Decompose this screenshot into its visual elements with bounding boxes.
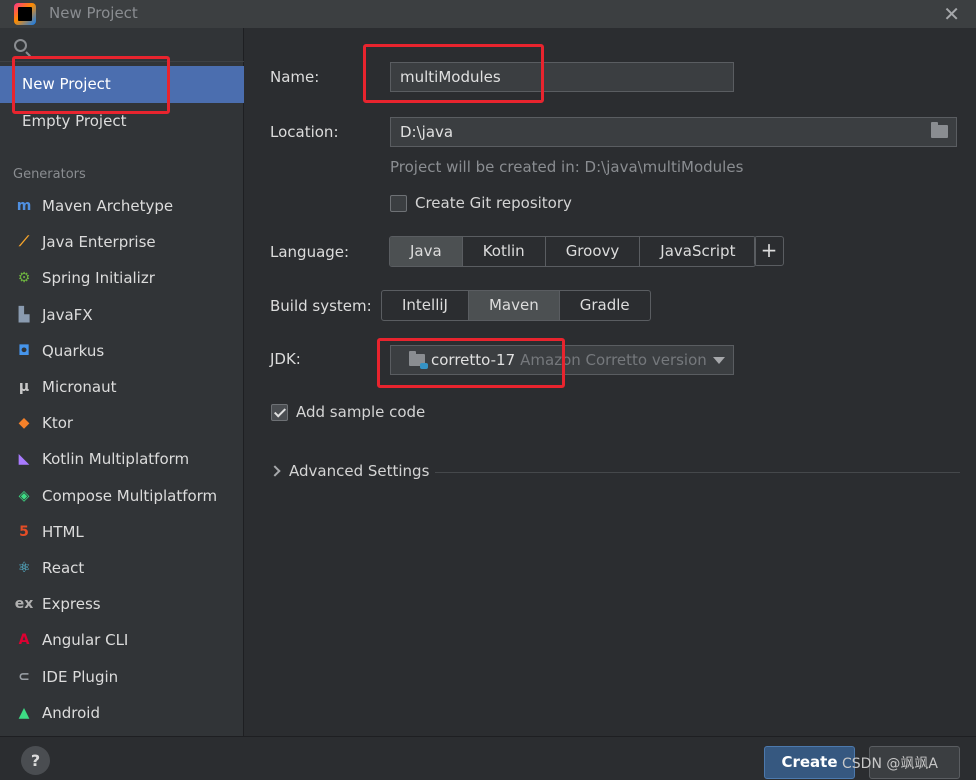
sidebar-item-java-enterprise[interactable]: ⟋ Java Enterprise — [0, 225, 244, 259]
sidebar-item-maven-archetype[interactable]: m Maven Archetype — [0, 189, 244, 223]
sidebar-item-react[interactable]: ⚛ React — [0, 551, 244, 585]
sidebar-item-express[interactable]: ex Express — [0, 587, 244, 621]
name-label: Name: — [270, 68, 320, 86]
sidebar-item-label: Angular CLI — [42, 631, 129, 650]
sidebar-item-ide-plugin[interactable]: ⊂ IDE Plugin — [0, 660, 244, 694]
sidebar-item-label: Empty Project — [22, 112, 127, 130]
sidebar-item-angular-cli[interactable]: A Angular CLI — [0, 623, 244, 657]
sidebar-item-kotlin-multiplatform[interactable]: ◣ Kotlin Multiplatform — [0, 442, 244, 476]
sidebar-item-label: Compose Multiplatform — [42, 486, 218, 505]
location-value: D:\java — [400, 123, 454, 141]
name-input[interactable]: multiModules — [390, 62, 734, 92]
advanced-divider — [435, 472, 960, 473]
java-enterprise-icon: ⟋ — [19, 234, 29, 251]
language-label: Language: — [270, 243, 350, 261]
ktor-icon: ◆ — [18, 415, 30, 432]
build-option-maven[interactable]: Maven — [468, 291, 560, 320]
react-icon: ⚛ — [17, 560, 31, 576]
sidebar-item-label: Spring Initializr — [42, 269, 155, 288]
language-option-javascript[interactable]: JavaScript — [640, 237, 755, 266]
main-panel: Name: multiModules Location: D:\java Pro… — [245, 28, 976, 736]
ide-plugin-icon: ⊂ — [18, 668, 30, 685]
build-option-intellij[interactable]: IntelliJ — [382, 291, 469, 320]
sidebar: New Project Empty Project Generators m Ma… — [0, 28, 244, 736]
sidebar-item-spring-initializr[interactable]: ⚙ Spring Initializr — [0, 261, 244, 295]
sidebar-item-label: JavaFX — [42, 305, 93, 324]
intellij-logo-icon — [14, 3, 36, 25]
build-system-selector: IntelliJ Maven Gradle — [381, 290, 651, 321]
build-system-label: Build system: — [270, 297, 372, 315]
sidebar-item-label: IDE Plugin — [42, 667, 119, 686]
compose-icon: ◈ — [18, 487, 30, 504]
language-selector: Java Kotlin Groovy JavaScript — [389, 236, 757, 267]
kotlin-icon: ◣ — [18, 451, 30, 468]
spring-icon: ⚙ — [17, 270, 31, 287]
add-language-button[interactable]: + — [754, 236, 784, 266]
sidebar-item-empty-project[interactable]: Empty Project — [0, 103, 244, 140]
location-hint: Project will be created in: D:\java\mult… — [390, 158, 744, 176]
sample-code-label: Add sample code — [296, 403, 426, 421]
sidebar-search[interactable] — [0, 28, 244, 62]
jdk-label: JDK: — [270, 350, 301, 368]
git-checkbox-row[interactable]: Create Git repository — [390, 194, 572, 212]
html-icon: 5 — [19, 523, 29, 540]
bottom-bar: ? Create CSDN @飒飒A — [0, 736, 976, 780]
jdk-value: corretto-17 — [431, 351, 516, 369]
location-label: Location: — [270, 123, 339, 141]
sidebar-item-html[interactable]: 5 HTML — [0, 515, 244, 549]
chevron-down-icon — [713, 357, 725, 364]
sidebar-item-label: Ktor — [42, 414, 74, 433]
language-option-java[interactable]: Java — [390, 237, 463, 266]
window-title: New Project — [49, 4, 138, 22]
sidebar-item-label: Micronaut — [42, 378, 117, 396]
jdk-folder-icon — [409, 351, 428, 369]
maven-icon: m — [16, 198, 32, 214]
generators-heading: Generators — [13, 167, 86, 182]
micronaut-icon: μ — [18, 379, 30, 395]
sample-code-row[interactable]: Add sample code — [271, 403, 425, 421]
sidebar-item-compose-multiplatform[interactable]: ◈ Compose Multiplatform — [0, 479, 244, 513]
sidebar-item-new-project[interactable]: New Project — [0, 66, 244, 103]
git-label: Create Git repository — [415, 194, 572, 212]
close-icon[interactable]: ✕ — [943, 2, 960, 26]
build-option-gradle[interactable]: Gradle — [560, 291, 650, 320]
jdk-dropdown[interactable]: corretto-17 Amazon Corretto version — [390, 345, 734, 375]
sidebar-item-label: HTML — [42, 522, 84, 541]
angular-icon: A — [18, 632, 30, 649]
git-checkbox[interactable] — [390, 194, 407, 212]
sidebar-item-label: React — [42, 559, 85, 577]
search-icon — [14, 39, 27, 52]
sidebar-item-android[interactable]: ▲ Android — [0, 696, 244, 730]
sidebar-item-label: Maven Archetype — [42, 197, 174, 215]
sidebar-item-label: New Project — [22, 75, 111, 93]
language-option-groovy[interactable]: Groovy — [546, 237, 641, 266]
sidebar-item-label: Java Enterprise — [42, 233, 156, 252]
jdk-description: Amazon Corretto version — [520, 351, 707, 369]
chevron-right-icon — [269, 465, 281, 477]
sidebar-item-label: Android — [42, 703, 100, 722]
advanced-settings-label: Advanced Settings — [289, 462, 430, 480]
title-bar: New Project ✕ — [0, 0, 976, 28]
sidebar-item-javafx[interactable]: ▙ JavaFX — [0, 298, 244, 332]
watermark: CSDN @飒飒A — [842, 756, 938, 772]
sidebar-item-label: Quarkus — [42, 341, 105, 360]
language-option-kotlin[interactable]: Kotlin — [463, 237, 546, 266]
android-icon: ▲ — [18, 704, 30, 721]
sample-code-checkbox[interactable] — [271, 403, 288, 421]
quarkus-icon: ◘ — [18, 342, 30, 359]
sidebar-item-quarkus[interactable]: ◘ Quarkus — [0, 334, 244, 368]
javafx-icon: ▙ — [18, 306, 30, 323]
sidebar-item-label: Express — [42, 595, 101, 614]
browse-folder-icon[interactable] — [931, 122, 948, 138]
advanced-settings-toggle[interactable]: Advanced Settings — [269, 462, 430, 480]
help-button[interactable]: ? — [21, 746, 50, 775]
sidebar-item-micronaut[interactable]: μ Micronaut — [0, 370, 244, 404]
location-input[interactable]: D:\java — [390, 117, 957, 147]
express-icon: ex — [14, 596, 34, 613]
sidebar-item-ktor[interactable]: ◆ Ktor — [0, 406, 244, 440]
sidebar-item-label: Kotlin Multiplatform — [42, 450, 190, 469]
